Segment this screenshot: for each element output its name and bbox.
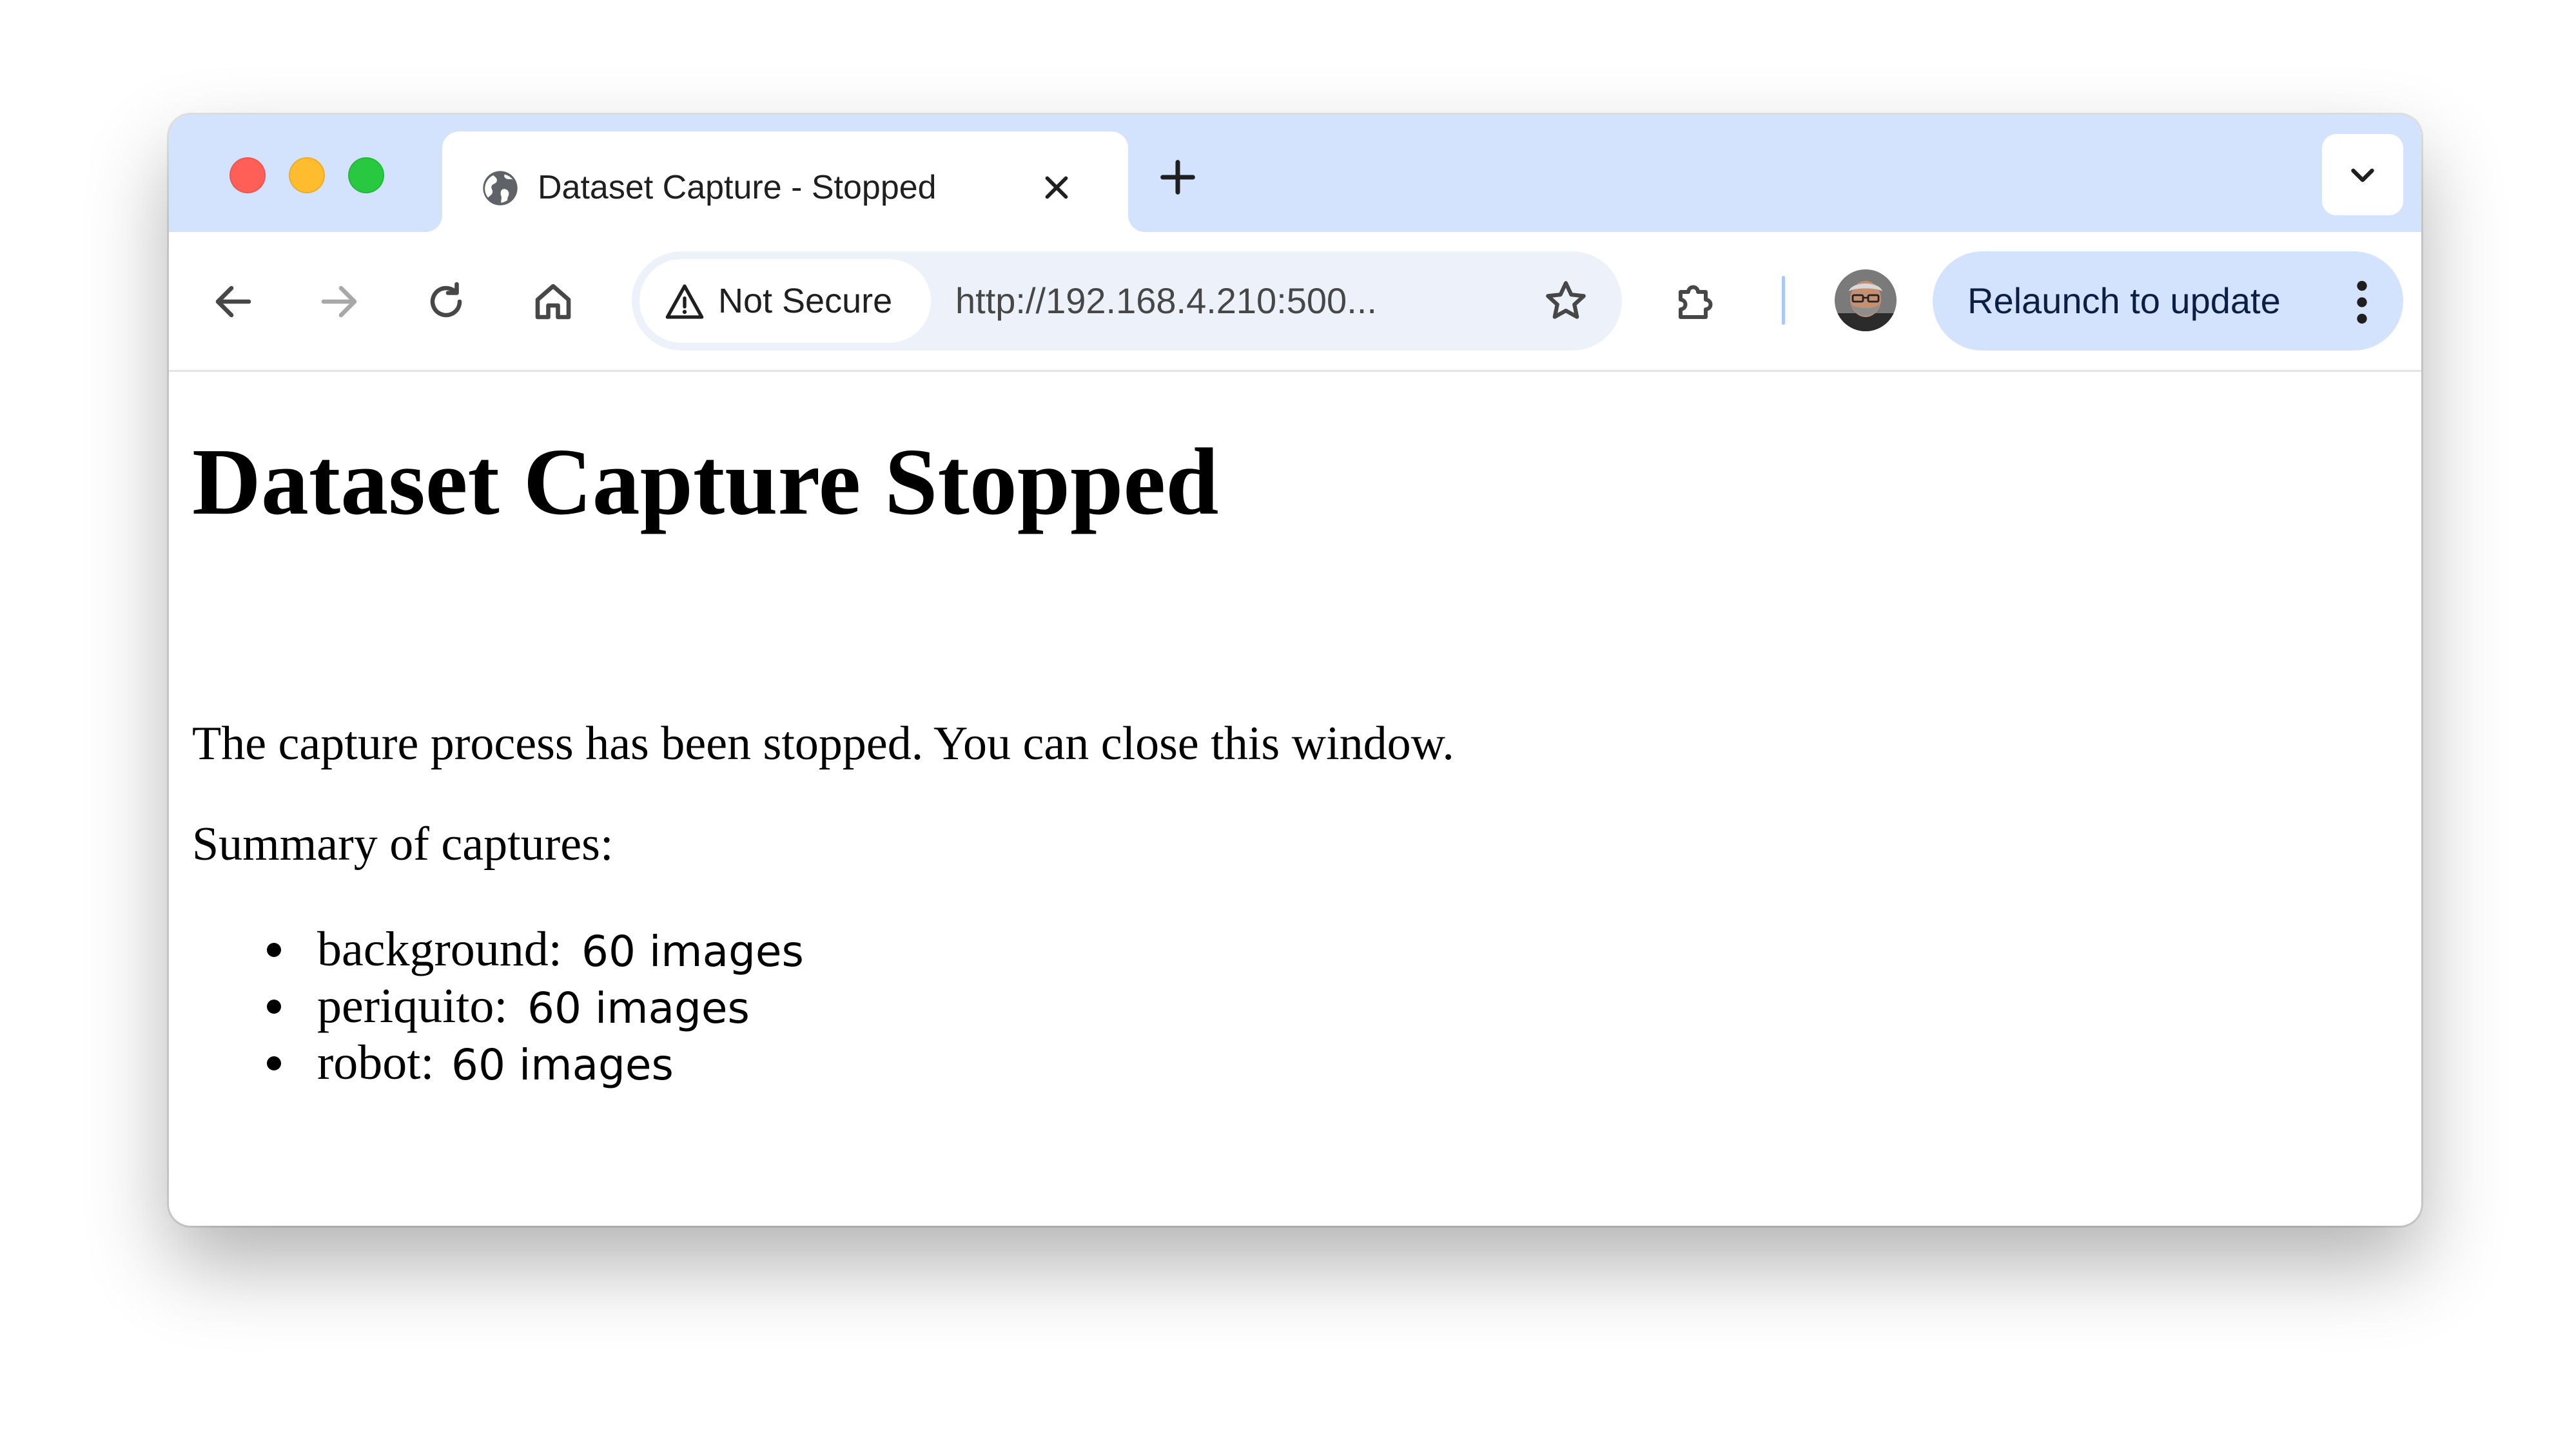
warning-triangle-icon	[665, 284, 704, 319]
profile-photo	[1835, 269, 1897, 331]
summary-heading: Summary of captures:	[192, 818, 614, 871]
url-text[interactable]: http://192.168.4.210:500...	[955, 280, 1377, 322]
avatar[interactable]	[1835, 269, 1897, 331]
home-icon[interactable]	[530, 278, 576, 325]
reload-icon[interactable]	[423, 278, 469, 325]
capture-label: background:	[317, 922, 562, 976]
tab-dataset-capture[interactable]: Dataset Capture - Stopped	[442, 131, 1128, 232]
tab-strip: Dataset Capture - Stopped	[169, 115, 2421, 232]
arrow-left-icon[interactable]	[210, 278, 257, 325]
window-minimize-button[interactable]	[289, 157, 325, 193]
tab-title: Dataset Capture - Stopped	[538, 169, 937, 206]
relaunch-label: Relaunch to update	[1967, 280, 2281, 321]
capture-count: 60 images	[527, 983, 750, 1033]
plus-icon[interactable]	[1155, 155, 1200, 200]
navigation-toolbar: Not Secure http://192.168.4.210:500... R…	[169, 232, 2421, 372]
globe-icon	[483, 171, 518, 206]
security-chip-label: Not Secure	[718, 282, 893, 320]
page-content: Dataset Capture Stopped The capture proc…	[169, 372, 2421, 1226]
close-icon[interactable]	[1038, 169, 1075, 206]
capture-count: 60 images	[451, 1040, 674, 1090]
star-icon[interactable]	[1542, 277, 1590, 325]
window-close-button[interactable]	[229, 157, 266, 193]
relaunch-to-update-button[interactable]: Relaunch to update	[1933, 251, 2403, 351]
chevron-down-icon	[2351, 168, 2374, 182]
capture-count: 60 images	[581, 927, 804, 976]
status-message: The capture process has been stopped. Yo…	[192, 717, 1454, 770]
security-chip[interactable]: Not Secure	[639, 259, 931, 343]
capture-label: periquito:	[317, 979, 508, 1033]
bullet	[267, 943, 281, 957]
window-zoom-button[interactable]	[348, 157, 384, 193]
tab-search-button[interactable]	[2322, 134, 2403, 215]
bullet	[267, 1056, 281, 1070]
browser-window: Dataset Capture - Stopped Not Secure htt…	[169, 115, 2421, 1226]
toolbar-divider	[1782, 276, 1785, 325]
page-title: Dataset Capture Stopped	[192, 429, 1219, 535]
capture-label: robot:	[317, 1036, 434, 1090]
kebab-menu-icon[interactable]	[2356, 280, 2368, 325]
address-bar[interactable]: Not Secure http://192.168.4.210:500...	[632, 251, 1622, 351]
arrow-right-icon[interactable]	[316, 278, 362, 325]
puzzle-icon[interactable]	[1671, 278, 1717, 325]
bullet	[267, 1000, 281, 1014]
